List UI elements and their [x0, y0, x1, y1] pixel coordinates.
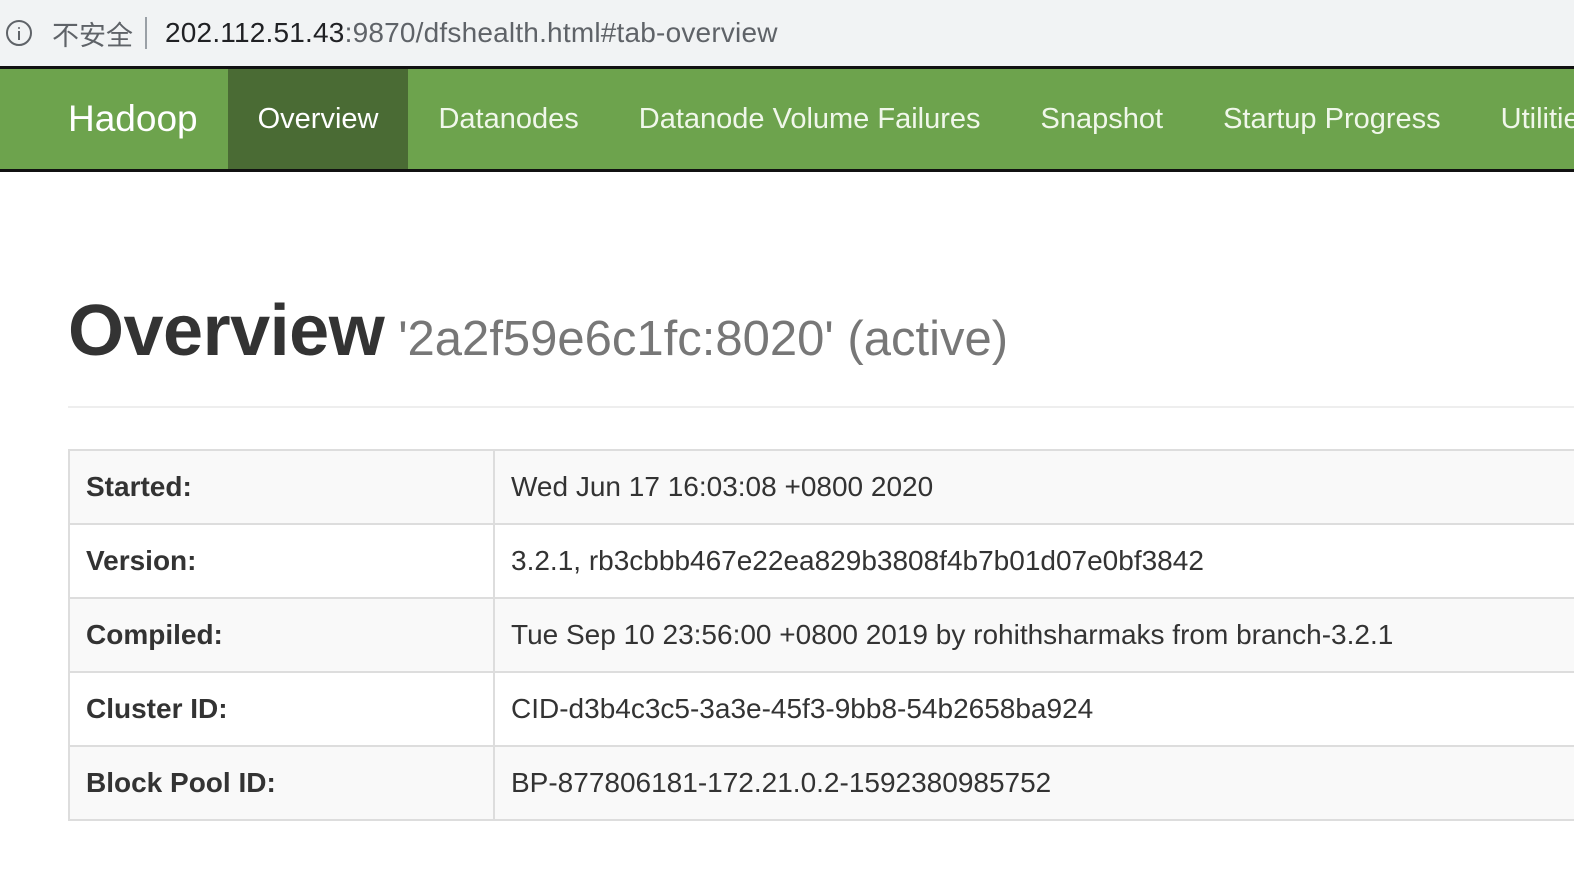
row-label: Version: [68, 523, 495, 599]
info-icon[interactable] [6, 20, 32, 46]
nav-tab-datanode-volume-failures[interactable]: Datanode Volume Failures [609, 69, 1011, 169]
row-label: Cluster ID: [68, 671, 495, 747]
row-label: Started: [68, 449, 495, 525]
browser-address-bar[interactable]: 不安全 202.112.51.43:9870/dfshealth.html#ta… [0, 0, 1574, 66]
page-title: Overview [68, 291, 385, 371]
brand-logo-link[interactable]: Hadoop [0, 69, 228, 169]
main-navbar: Hadoop Overview Datanodes Datanode Volum… [0, 69, 1574, 169]
table-row-compiled: Compiled: Tue Sep 10 23:56:00 +0800 2019… [68, 597, 1574, 673]
table-row-version: Version: 3.2.1, rb3cbbb467e22ea829b3808f… [68, 523, 1574, 599]
nav-tab-startup-progress[interactable]: Startup Progress [1193, 69, 1471, 169]
url-separator [145, 17, 147, 49]
url-host: 202.112.51.43 [165, 17, 345, 48]
url-path: :9870/dfshealth.html#tab-overview [344, 17, 778, 48]
page-header: Overview '2a2f59e6c1fc:8020' (active) [68, 290, 1574, 408]
row-value: 3.2.1, rb3cbbb467e22ea829b3808f4b7b01d07… [493, 523, 1574, 599]
row-label: Block Pool ID: [68, 745, 495, 821]
row-label: Compiled: [68, 597, 495, 673]
security-label[interactable]: 不安全 [52, 14, 133, 53]
table-row-block-pool-id: Block Pool ID: BP-877806181-172.21.0.2-1… [68, 745, 1574, 821]
row-value: BP-877806181-172.21.0.2-1592380985752 [493, 745, 1574, 821]
overview-info-table: Started: Wed Jun 17 16:03:08 +0800 2020 … [68, 449, 1574, 821]
row-value: Tue Sep 10 23:56:00 +0800 2019 by rohith… [493, 597, 1574, 673]
row-value: Wed Jun 17 16:03:08 +0800 2020 [493, 449, 1574, 525]
table-row-started: Started: Wed Jun 17 16:03:08 +0800 2020 [68, 449, 1574, 525]
nav-tab-snapshot[interactable]: Snapshot [1011, 69, 1194, 169]
url-field[interactable]: 202.112.51.43:9870/dfshealth.html#tab-ov… [165, 17, 778, 49]
table-row-cluster-id: Cluster ID: CID-d3b4c3c5-3a3e-45f3-9bb8-… [68, 671, 1574, 747]
navbar-bottom-border [0, 169, 1574, 172]
page-subtitle: '2a2f59e6c1fc:8020' (active) [398, 312, 1009, 366]
nav-tab-overview[interactable]: Overview [227, 69, 409, 169]
nav-tab-utilities[interactable]: Utilitie [1471, 69, 1574, 169]
row-value: CID-d3b4c3c5-3a3e-45f3-9bb8-54b2658ba924 [493, 671, 1574, 747]
nav-tab-datanodes[interactable]: Datanodes [408, 69, 608, 169]
